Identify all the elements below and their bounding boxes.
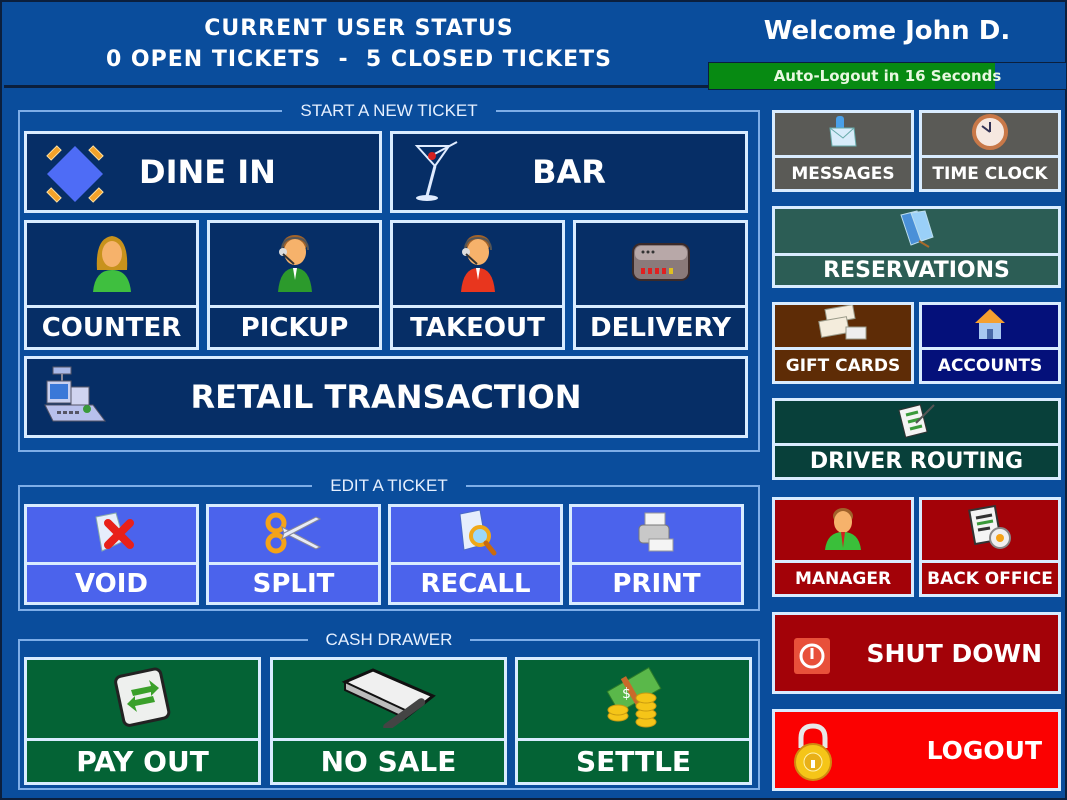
- reservations-button[interactable]: RESERVATIONS: [772, 206, 1061, 288]
- settle-button[interactable]: $ SETTLE: [515, 657, 752, 785]
- transfer-arrows-icon: [113, 666, 173, 732]
- woman-user-icon: [89, 230, 135, 298]
- no-sale-label: NO SALE: [320, 745, 457, 778]
- gift-card-icon: [816, 304, 870, 347]
- reservations-label: RESERVATIONS: [823, 258, 1010, 283]
- void-button[interactable]: VOID: [24, 504, 199, 605]
- checklist-icon: [897, 401, 936, 443]
- shut-down-label: SHUT DOWN: [866, 638, 1043, 668]
- clock-icon: [972, 114, 1008, 154]
- retail-transaction-label: RETAIL TRANSACTION: [190, 378, 582, 416]
- pos-main-screen: CURRENT USER STATUS 0 OPEN TICKETS - 5 C…: [0, 0, 1067, 800]
- pay-out-button[interactable]: PAY OUT: [24, 657, 261, 785]
- shut-down-button[interactable]: SHUT DOWN: [772, 612, 1061, 694]
- pay-out-label: PAY OUT: [76, 745, 209, 778]
- counter-label: COUNTER: [41, 312, 182, 343]
- auto-logout-bar: Auto-Logout in 16 Seconds: [708, 62, 1067, 90]
- document-settings-icon: [966, 504, 1014, 556]
- back-office-button[interactable]: BACK OFFICE: [919, 497, 1061, 597]
- driver-routing-label: DRIVER ROUTING: [809, 449, 1024, 474]
- time-clock-label: TIME CLOCK: [932, 163, 1048, 184]
- takeout-button[interactable]: TAKEOUT: [390, 220, 565, 350]
- time-clock-button[interactable]: TIME CLOCK: [919, 110, 1061, 192]
- logout-button[interactable]: LOGOUT: [772, 709, 1061, 791]
- recall-button[interactable]: RECALL: [388, 504, 563, 605]
- cash-register-icon: [43, 365, 109, 433]
- settle-label: SETTLE: [575, 745, 692, 778]
- bar-button[interactable]: BAR: [390, 131, 748, 213]
- back-office-label: BACK OFFICE: [927, 568, 1053, 589]
- messages-button[interactable]: MESSAGES: [772, 110, 914, 192]
- pickup-button[interactable]: PICKUP: [207, 220, 382, 350]
- gift-cards-button[interactable]: GIFT CARDS: [772, 302, 914, 384]
- print-button[interactable]: PRINT: [569, 504, 744, 605]
- manager-label: MANAGER: [794, 568, 892, 589]
- delivery-button[interactable]: DELIVERY: [573, 220, 748, 350]
- router-device-icon: [631, 240, 691, 288]
- dining-table-icon: [43, 142, 107, 210]
- power-icon: [793, 637, 831, 679]
- money-coins-icon: $: [602, 664, 666, 734]
- group-title-edit-ticket: EDIT A TICKET: [312, 476, 466, 495]
- group-title-cash-drawer: CASH DRAWER: [307, 630, 471, 649]
- dine-in-button[interactable]: DINE IN: [24, 131, 382, 213]
- headset-operator-red-icon: [455, 230, 501, 298]
- group-title-new-ticket: START A NEW TICKET: [282, 101, 496, 120]
- document-search-icon: [454, 508, 498, 562]
- header: CURRENT USER STATUS 0 OPEN TICKETS - 5 C…: [4, 4, 1067, 90]
- ticket-counts: 0 OPEN TICKETS - 5 CLOSED TICKETS: [105, 47, 613, 72]
- split-label: SPLIT: [252, 568, 335, 599]
- messages-label: MESSAGES: [791, 163, 895, 184]
- split-button[interactable]: SPLIT: [206, 504, 381, 605]
- delivery-label: DELIVERY: [590, 312, 731, 343]
- driver-routing-button[interactable]: DRIVER ROUTING: [772, 398, 1061, 480]
- void-label: VOID: [74, 568, 149, 599]
- accounts-label: ACCOUNTS: [937, 355, 1043, 376]
- logout-label: LOGOUT: [926, 735, 1042, 765]
- house-icon: [973, 307, 1007, 345]
- cash-drawer-icon: [341, 666, 437, 732]
- retail-transaction-button[interactable]: RETAIL TRANSACTION: [24, 356, 748, 438]
- gift-cards-label: GIFT CARDS: [785, 355, 901, 376]
- martini-glass-icon: [413, 140, 463, 210]
- welcome-message: Welcome John D.: [763, 16, 1011, 46]
- reservation-book-icon: [897, 209, 937, 253]
- bar-label: BAR: [532, 153, 606, 191]
- manager-user-icon: [823, 504, 863, 556]
- no-sale-button[interactable]: NO SALE: [270, 657, 507, 785]
- headset-operator-green-icon: [272, 230, 318, 298]
- svg-text:$: $: [622, 686, 631, 702]
- manager-button[interactable]: MANAGER: [772, 497, 914, 597]
- document-delete-icon: [90, 511, 134, 559]
- takeout-label: TAKEOUT: [410, 312, 545, 343]
- accounts-button[interactable]: ACCOUNTS: [919, 302, 1061, 384]
- recall-label: RECALL: [420, 568, 531, 599]
- print-label: PRINT: [612, 568, 701, 599]
- dine-in-label: DINE IN: [139, 153, 276, 191]
- auto-logout-text: Auto-Logout in 16 Seconds: [773, 67, 1002, 85]
- envelope-icon: [828, 114, 858, 154]
- padlock-icon: [793, 722, 833, 786]
- counter-button[interactable]: COUNTER: [24, 220, 199, 350]
- printer-icon: [635, 511, 679, 559]
- user-status-title: CURRENT USER STATUS: [204, 16, 514, 41]
- scissors-icon: [264, 511, 324, 559]
- pickup-label: PICKUP: [240, 312, 349, 343]
